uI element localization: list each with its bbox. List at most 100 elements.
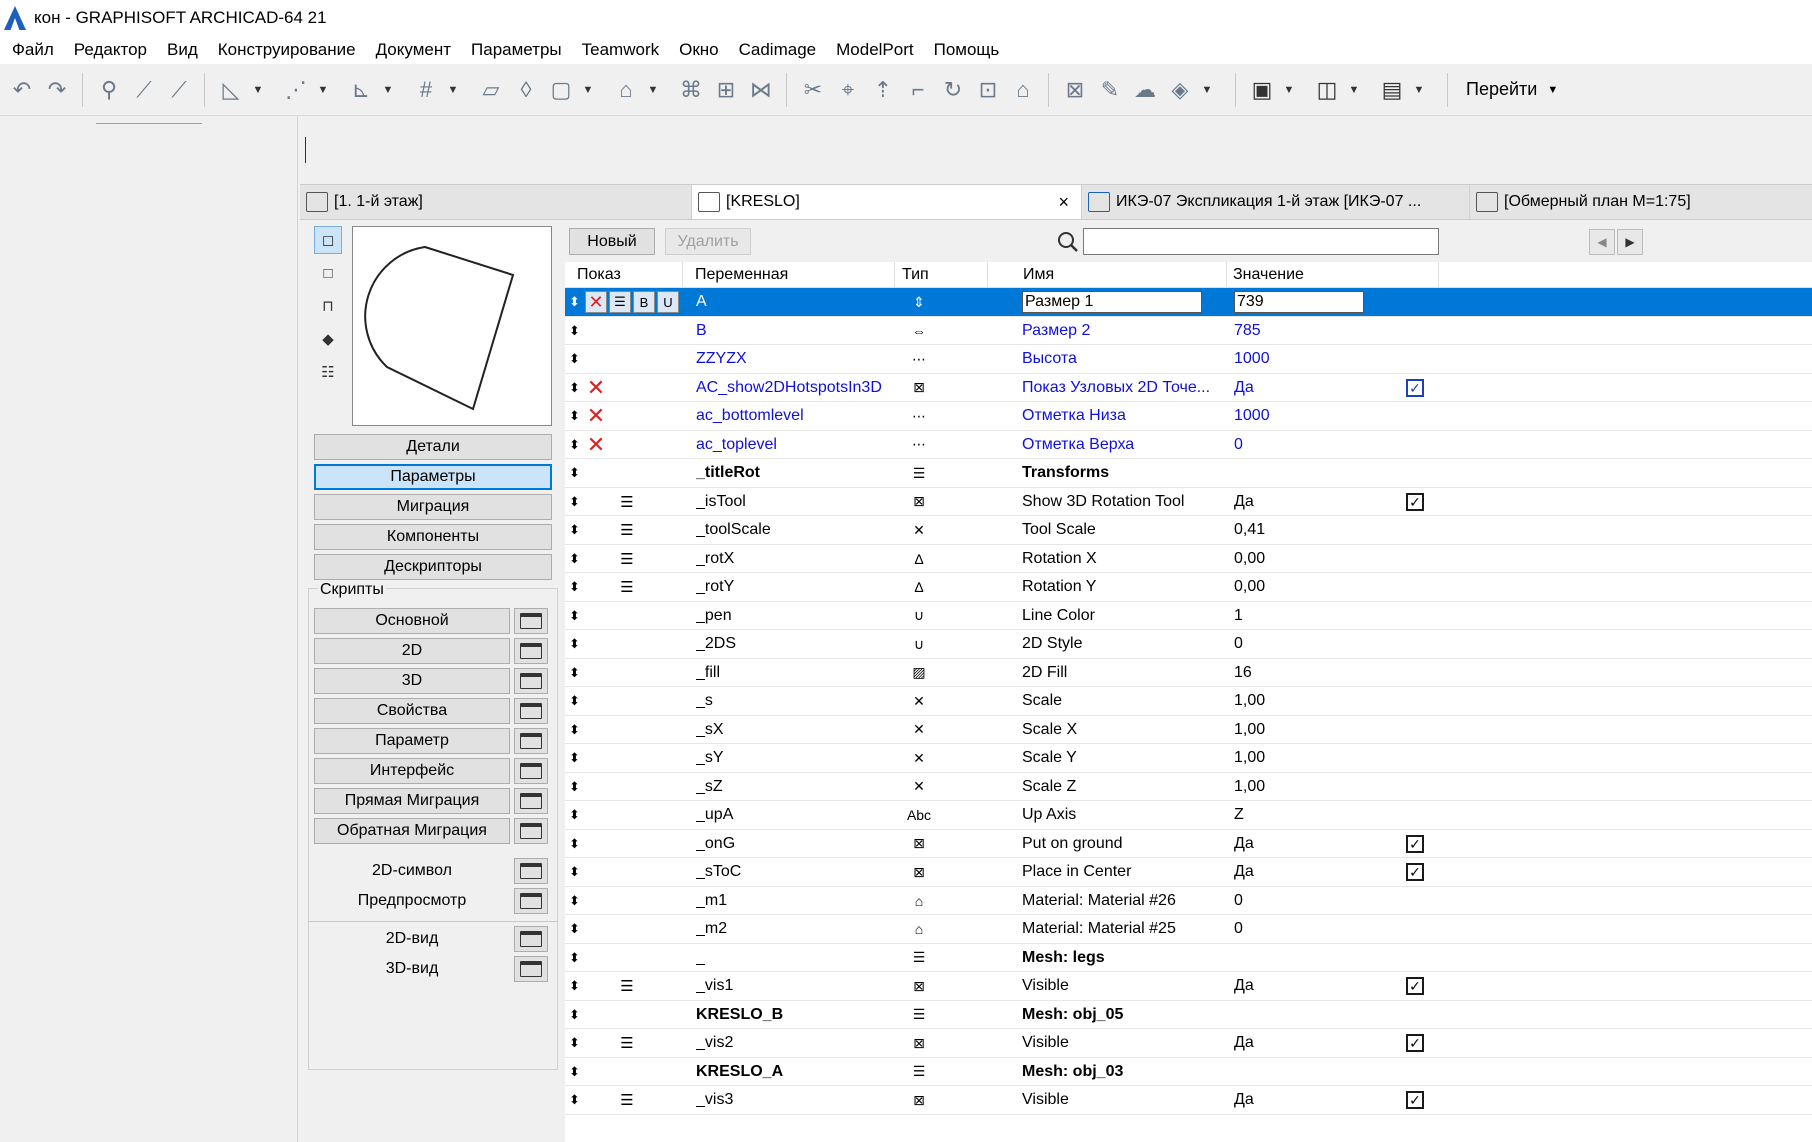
select-area-icon[interactable]: ⊠ <box>1059 74 1091 106</box>
parameter-name[interactable]: Высота <box>1022 345 1232 373</box>
header-value[interactable]: Значение <box>1227 262 1439 288</box>
table-row[interactable]: ⬍ ☰ _vis2 ⊠ Visible Да ✓ <box>565 1029 1812 1058</box>
chevron-down-icon[interactable]: ▼ <box>1346 74 1362 106</box>
checkbox-icon[interactable]: ✓ <box>1406 834 1424 853</box>
rotate-icon[interactable]: ↻ <box>937 74 969 106</box>
table-row[interactable]: ⬍ ☰ _rotY ∆ Rotation Y 0,00 <box>565 573 1812 602</box>
checkbox-icon[interactable]: ✓ <box>1406 1034 1424 1052</box>
menu-item[interactable]: Документ <box>376 40 451 60</box>
table-row[interactable]: ⬍ ✕ ☰ B U A ⇕ Размер 1 739 <box>565 288 1812 317</box>
menu-item[interactable]: Окно <box>679 40 719 60</box>
parameter-value[interactable] <box>1234 1058 1364 1086</box>
chevron-down-icon[interactable]: ▼ <box>380 74 396 106</box>
parameter-value[interactable]: 0 <box>1234 915 1364 943</box>
drag-handle-icon[interactable]: ⬍ <box>569 858 585 886</box>
parameter-value[interactable]: 739 <box>1234 288 1364 316</box>
boolean-icon[interactable]: ⊠ <box>903 1086 935 1114</box>
variable-name[interactable]: _vis2 <box>696 1029 906 1057</box>
menu-item[interactable]: Teamwork <box>582 40 659 60</box>
view-box-icon[interactable]: ▢ <box>545 74 577 106</box>
parameter-name[interactable]: Mesh: obj_03 <box>1022 1058 1232 1086</box>
variable-name[interactable]: _toolScale <box>696 516 906 544</box>
checkbox-icon[interactable]: ✓ <box>1406 1091 1424 1109</box>
open-window-icon[interactable] <box>514 788 548 814</box>
group-icon[interactable]: ⌘ <box>675 74 707 106</box>
variable-name[interactable]: _onG <box>696 830 906 858</box>
drag-handle-icon[interactable]: ⬍ <box>569 659 585 687</box>
parameter-value[interactable]: Да <box>1234 488 1364 516</box>
variable-name[interactable]: _m2 <box>696 915 906 943</box>
pen-icon[interactable]: ∪ <box>903 602 935 630</box>
parameter-value[interactable]: Да <box>1234 374 1364 402</box>
menu-item[interactable]: Помощь <box>934 40 1000 60</box>
open-window-icon[interactable] <box>514 818 548 844</box>
3d-object-icon[interactable]: ◈ <box>1164 74 1196 106</box>
header-type[interactable]: Тип <box>896 262 988 288</box>
parameter-name[interactable]: Отметка Верха <box>1022 431 1232 459</box>
nav-descriptors-button[interactable]: Дескрипторы <box>314 554 552 580</box>
open-window-icon[interactable] <box>514 698 548 724</box>
parameter-value[interactable]: 0 <box>1234 431 1364 459</box>
table-row[interactable]: ⬍ _ ☰ Mesh: legs <box>565 944 1812 972</box>
menu-item[interactable]: ModelPort <box>836 40 913 60</box>
parameter-name[interactable]: Material: Material #26 <box>1022 887 1232 915</box>
roof-icon[interactable]: ⌂ <box>1007 74 1039 106</box>
parameter-name[interactable]: Rotation X <box>1022 545 1232 573</box>
variable-name[interactable]: _fill <box>696 659 906 687</box>
parameter-value[interactable]: 0 <box>1234 887 1364 915</box>
open-window-icon[interactable] <box>514 728 548 754</box>
guide-lines-icon[interactable]: ◺ <box>215 74 247 106</box>
parameter-name[interactable]: Mesh: obj_05 <box>1022 1001 1232 1029</box>
chevron-down-icon[interactable]: ▼ <box>445 74 461 106</box>
search-input[interactable] <box>1083 228 1439 255</box>
variable-name[interactable]: _ <box>696 944 906 972</box>
pen-tool-icon[interactable]: ✎ <box>1094 74 1126 106</box>
chevron-down-icon[interactable]: ▼ <box>1281 74 1297 106</box>
drag-handle-icon[interactable]: ⬍ <box>569 288 585 316</box>
drag-handle-icon[interactable]: ⬍ <box>569 744 585 772</box>
next-arrow-icon[interactable]: ▶ <box>1617 229 1643 255</box>
plane-icon[interactable]: ▱ <box>475 74 507 106</box>
chevron-down-icon[interactable]: ▼ <box>645 74 661 106</box>
length-z-icon[interactable]: ⋯ <box>903 402 935 430</box>
boolean-icon[interactable]: ⊠ <box>903 858 935 886</box>
boolean-icon[interactable]: ⊠ <box>903 374 935 402</box>
script-interface-button[interactable]: Интерфейс <box>314 758 510 784</box>
title-icon[interactable]: ☰ <box>903 459 935 487</box>
angle-icon[interactable]: ∆ <box>903 573 935 601</box>
pick-up-parameters-icon[interactable]: ⚲ <box>93 74 125 106</box>
parameter-value[interactable]: 1,00 <box>1234 744 1364 772</box>
previous-arrow-icon[interactable]: ◀ <box>1589 229 1615 255</box>
real-number-icon[interactable]: ✕ <box>903 687 935 715</box>
floor-plan-window-icon[interactable]: ▣ <box>1246 74 1278 106</box>
table-row[interactable]: ⬍ _titleRot ☰ Transforms <box>565 459 1812 488</box>
table-row[interactable]: ⬍ B ⇔ Размер 2 785 <box>565 317 1812 345</box>
parameter-name[interactable]: Scale Z <box>1022 773 1232 801</box>
checkbox-icon[interactable]: ✓ <box>1406 378 1424 397</box>
parameter-name[interactable]: Scale X <box>1022 716 1232 744</box>
syringe-icon[interactable]: ⟋ <box>163 74 195 106</box>
parameter-value[interactable]: 0,00 <box>1234 573 1364 601</box>
table-row[interactable]: ⬍ ZZYZX ⋯ Высота 1000 <box>565 345 1812 374</box>
menu-item[interactable]: Вид <box>167 40 198 60</box>
title-icon[interactable]: ☰ <box>903 944 935 972</box>
name-edit-field[interactable]: Размер 1 <box>1022 291 1202 313</box>
variable-name[interactable]: _isTool <box>696 488 906 516</box>
drag-handle-icon[interactable]: ⬍ <box>569 602 585 630</box>
table-row[interactable]: ⬍ _sY ✕ Scale Y 1,00 <box>565 744 1812 773</box>
variable-name[interactable]: _sY <box>696 744 906 772</box>
checkbox-icon[interactable]: ✓ <box>1406 977 1424 995</box>
parameter-value[interactable]: Z <box>1234 801 1364 829</box>
variable-name[interactable]: _sX <box>696 716 906 744</box>
table-row[interactable]: ⬍ _onG ⊠ Put on ground Да ✓ <box>565 830 1812 858</box>
parameter-name[interactable]: 2D Fill <box>1022 659 1232 687</box>
3d-view-icon[interactable]: ◆ <box>314 325 342 353</box>
snap-guides-icon[interactable]: ⋰ <box>280 74 312 106</box>
tab-layout[interactable]: [Обмерный план M=1:75] <box>1470 185 1812 219</box>
variable-name[interactable]: A <box>696 288 906 316</box>
drag-handle-icon[interactable]: ⬍ <box>569 402 585 430</box>
table-row[interactable]: ⬍ ✕ ac_bottomlevel ⋯ Отметка Низа 1000 <box>565 402 1812 431</box>
tab-floor-plan[interactable]: [1. 1-й этаж] <box>300 185 692 219</box>
value-edit-field[interactable]: 739 <box>1234 291 1364 313</box>
new-parameter-button[interactable]: Новый <box>569 228 655 255</box>
